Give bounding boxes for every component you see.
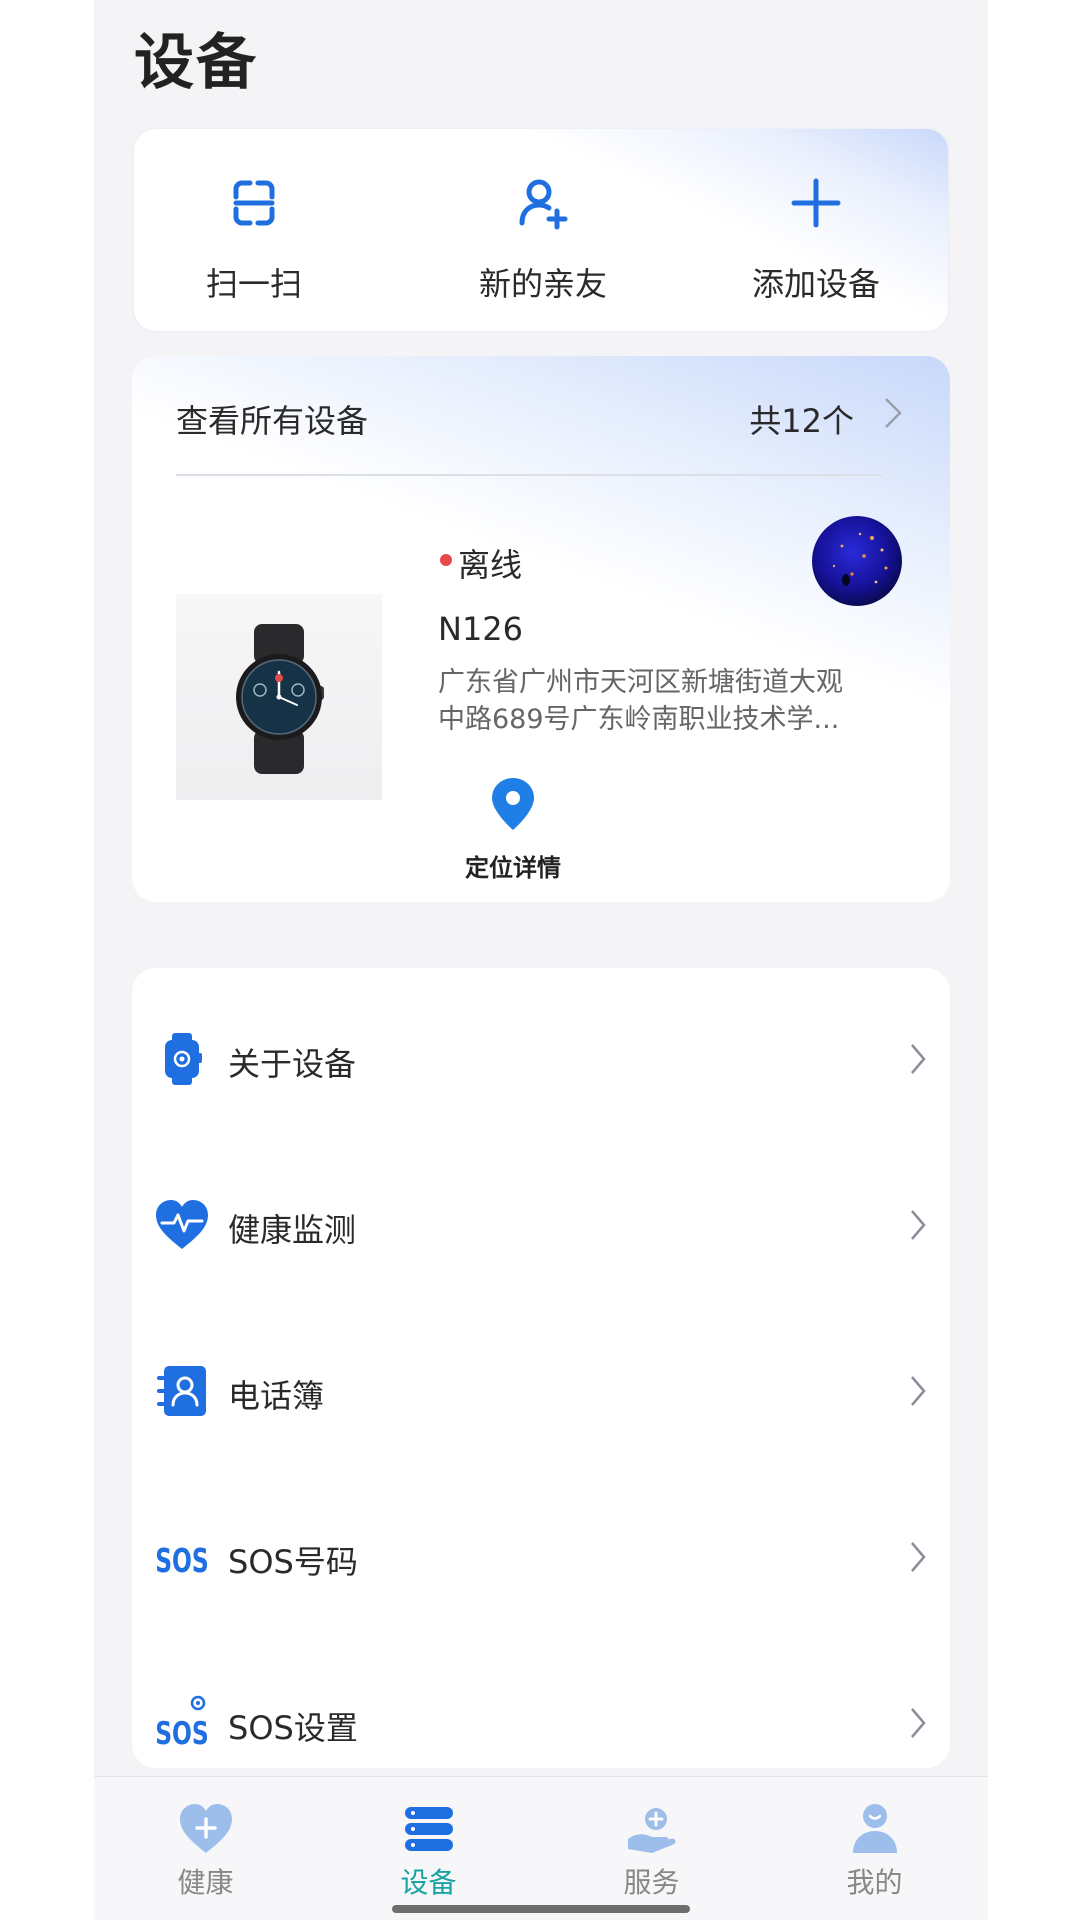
svg-text:SOS: SOS	[155, 1542, 209, 1580]
menu-item-sos-numbers[interactable]: SOS SOS号码	[132, 1474, 950, 1640]
menu-item-label: SOS号码	[228, 1543, 358, 1581]
menu-item-phonebook[interactable]: 电话簿	[132, 1308, 950, 1474]
menu-item-label: SOS设置	[228, 1709, 358, 1747]
app-screen: 设备 扫一扫 新的亲友 添加设备 查看所有设备 共12个 离线 N126 广东省…	[94, 0, 988, 1920]
watch-image[interactable]	[176, 594, 382, 800]
menu-item-about-device[interactable]: 关于设备	[132, 976, 950, 1142]
heart-plus-icon	[179, 1804, 232, 1853]
all-devices-row[interactable]: 查看所有设备 共12个	[132, 356, 950, 474]
svg-text:SOS: SOS	[155, 1714, 209, 1751]
page-title: 设备	[134, 28, 258, 98]
add-device-button[interactable]: 添加设备	[696, 129, 936, 331]
service-hand-icon	[627, 1808, 676, 1853]
bottom-tab-bar: 健康 设备 服务 我的	[94, 1776, 988, 1920]
chevron-right-icon	[911, 1376, 926, 1406]
all-devices-label: 查看所有设备	[176, 402, 369, 440]
quick-actions-card: 扫一扫 新的亲友 添加设备	[132, 127, 950, 333]
new-friend-label: 新的亲友	[478, 265, 607, 303]
device-card: 查看所有设备 共12个 离线 N126 广东省广州市天河区新塘街道大观中路689…	[132, 356, 950, 902]
chevron-right-icon	[911, 1708, 926, 1738]
avatar-image	[812, 516, 902, 606]
device-count: 共12个	[749, 402, 854, 440]
add-friend-icon	[519, 179, 568, 230]
sos-icon: SOS	[155, 1542, 209, 1580]
chevron-right-icon	[911, 1044, 926, 1074]
menu-item-label: 电话簿	[228, 1377, 325, 1415]
avatar[interactable]	[812, 516, 902, 606]
scan-label: 扫一扫	[205, 265, 302, 303]
device-name: N126	[438, 610, 524, 648]
tab-label: 服务	[623, 1866, 680, 1899]
device-menu-list: 关于设备 健康监测 电话簿 SOS SOS号码 SOS SOS设置	[132, 968, 950, 1768]
chevron-right-icon	[911, 1210, 926, 1240]
menu-item-health-monitoring[interactable]: 健康监测	[132, 1142, 950, 1308]
contacts-book-icon	[157, 1366, 206, 1416]
menu-item-sos-settings[interactable]: SOS SOS设置	[132, 1640, 950, 1768]
home-indicator[interactable]	[392, 1905, 690, 1913]
tab-label: 我的	[846, 1866, 903, 1899]
watch-icon	[165, 1033, 202, 1085]
plus-icon	[791, 178, 841, 228]
device-status: 离线	[458, 546, 523, 584]
menu-item-label: 健康监测	[228, 1211, 357, 1249]
location-pin-icon	[492, 778, 534, 830]
location-details-button[interactable]: 定位详情	[438, 776, 588, 886]
heart-pulse-icon	[156, 1200, 208, 1249]
device-stack-icon	[404, 1807, 453, 1851]
status-dot	[440, 554, 452, 566]
person-icon	[852, 1804, 897, 1853]
divider	[176, 474, 882, 476]
location-details-label: 定位详情	[465, 854, 561, 882]
tab-label: 设备	[400, 1866, 457, 1899]
device-address: 广东省广州市天河区新塘街道大观中路689号广东岭南职业技术学...	[438, 667, 843, 735]
sos-settings-icon: SOS	[155, 1695, 209, 1752]
chevron-right-icon	[885, 398, 902, 428]
add-device-label: 添加设备	[751, 265, 880, 303]
scan-button[interactable]: 扫一扫	[134, 129, 374, 331]
chevron-right-icon	[911, 1542, 926, 1572]
tab-health[interactable]: 健康	[94, 1777, 317, 1899]
smartwatch-icon	[236, 624, 324, 774]
tab-devices[interactable]: 设备	[317, 1777, 540, 1899]
new-friend-button[interactable]: 新的亲友	[423, 129, 663, 331]
scan-icon	[233, 180, 275, 226]
tab-label: 健康	[177, 1866, 234, 1899]
tab-me[interactable]: 我的	[763, 1777, 986, 1899]
tab-services[interactable]: 服务	[540, 1777, 763, 1899]
menu-item-label: 关于设备	[228, 1045, 357, 1083]
